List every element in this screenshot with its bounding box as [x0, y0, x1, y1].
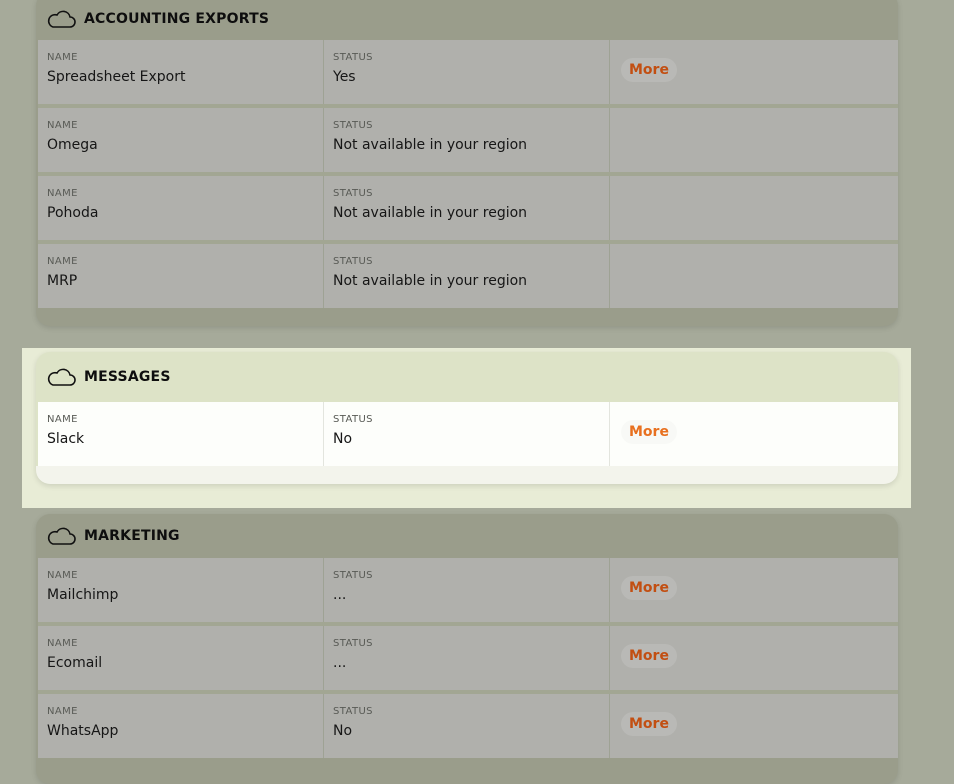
table-row: NAME Spreadsheet Export STATUS Yes More [38, 40, 898, 108]
more-button[interactable]: More [621, 644, 677, 668]
status-label: STATUS [333, 414, 373, 425]
empty-action-cell [610, 176, 896, 240]
integration-name: Spreadsheet Export [47, 69, 186, 85]
table-row: NAME MRP STATUS Not available in your regi… [38, 244, 898, 308]
status-label: STATUS [333, 120, 373, 131]
section-messages: MESSAGES NAME Slack STATUS No More [36, 352, 898, 484]
section-footer [36, 308, 898, 326]
section-footer [36, 466, 898, 484]
name-label: NAME [47, 638, 78, 649]
empty-action-cell [610, 108, 896, 172]
more-button[interactable]: More [621, 420, 677, 444]
section-marketing: MARKETING NAME Mailchimp STATUS... More N… [36, 514, 898, 784]
integration-name: MRP [47, 273, 78, 289]
status-label: STATUS [333, 52, 373, 63]
cloud-icon [46, 526, 76, 546]
status-label: STATUS [333, 256, 373, 267]
status-label: STATUS [333, 706, 373, 717]
more-button[interactable]: More [621, 58, 677, 82]
table-row: NAME Slack STATUS No More [38, 402, 898, 466]
name-label: NAME [47, 188, 78, 199]
name-label: NAME [47, 706, 78, 717]
more-button[interactable]: More [621, 576, 677, 600]
section-title: ACCOUNTING EXPORTS [84, 11, 270, 27]
integration-name: Slack [47, 431, 85, 447]
cloud-icon [46, 367, 76, 387]
integration-name: WhatsApp [47, 723, 119, 739]
empty-action-cell [610, 244, 896, 308]
table-row: NAME Pohoda STATUS Not available in your r… [38, 176, 898, 244]
integration-status: No [333, 723, 353, 739]
integration-list: NAME Spreadsheet Export STATUS Yes More NA… [36, 40, 898, 308]
integration-status: ... [333, 655, 347, 671]
name-label: NAME [47, 120, 78, 131]
integration-status: Not available in your region [333, 205, 528, 221]
integration-status: Not available in your region [333, 273, 528, 289]
integration-name: Mailchimp [47, 587, 119, 603]
table-row: NAME Ecomail STATUS... More [38, 626, 898, 694]
integration-status: Yes [333, 69, 356, 85]
status-label: STATUS [333, 570, 373, 581]
integration-list: NAME Slack STATUS No More [36, 402, 898, 466]
section-header: MARKETING [36, 514, 898, 558]
name-label: NAME [47, 256, 78, 267]
status-label: STATUS [333, 638, 373, 649]
table-row: NAME WhatsApp STATUS No More [38, 694, 898, 758]
integration-name: Ecomail [47, 655, 103, 671]
name-label: NAME [47, 570, 78, 581]
integration-status: Not available in your region [333, 137, 528, 153]
name-label: NAME [47, 52, 78, 63]
section-header: MESSAGES [36, 352, 898, 402]
integration-name: Omega [47, 137, 98, 153]
cloud-icon [46, 9, 76, 29]
status-label: STATUS [333, 188, 373, 199]
more-button[interactable]: More [621, 712, 677, 736]
integration-status: ... [333, 587, 347, 603]
integration-status: No [333, 431, 353, 447]
table-row: NAME Mailchimp STATUS... More [38, 558, 898, 626]
integration-name: Pohoda [47, 205, 99, 221]
table-row: NAME Omega STATUS Not available in your re… [38, 108, 898, 176]
section-header: ACCOUNTING EXPORTS [36, 0, 898, 40]
integration-list: NAME Mailchimp STATUS... More NAME Ecomail… [36, 558, 898, 758]
section-title: MESSAGES [84, 369, 171, 385]
section-accounting-exports: ACCOUNTING EXPORTS NAME Spreadsheet Expor… [36, 0, 898, 326]
section-title: MARKETING [84, 528, 180, 544]
name-label: NAME [47, 414, 78, 425]
